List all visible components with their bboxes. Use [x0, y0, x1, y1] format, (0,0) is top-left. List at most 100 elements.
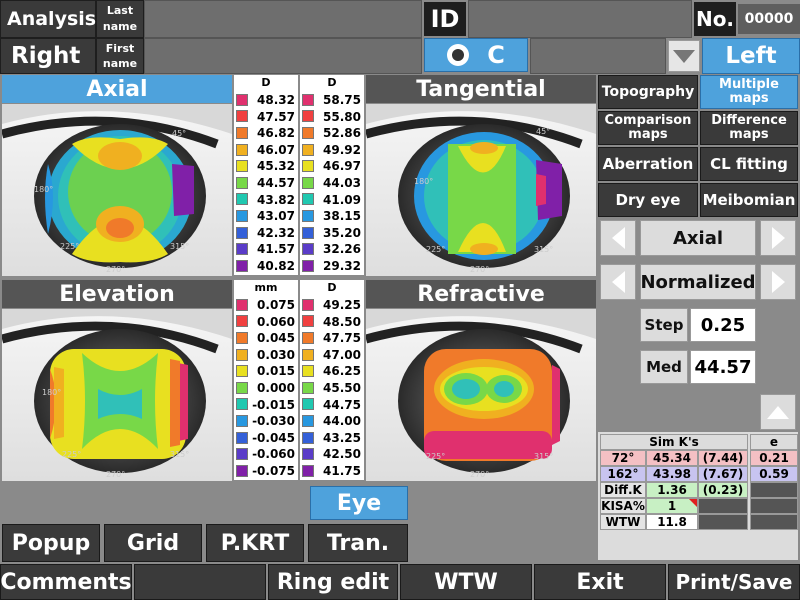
scale-swatch	[236, 259, 248, 272]
id-field[interactable]	[468, 0, 692, 38]
refractive-map[interactable]: 225° 270° 315°	[366, 309, 596, 481]
scale-swatch	[236, 332, 248, 345]
scale-swatch	[236, 415, 248, 428]
triangle-down-icon	[673, 49, 695, 63]
scale-row: 0.030	[234, 348, 298, 362]
scale-row: 38.15	[300, 209, 364, 223]
no-value: 00000	[738, 4, 800, 34]
scale-swatch	[236, 398, 248, 411]
eye-button[interactable]: Eye	[310, 486, 408, 520]
blank-button[interactable]	[134, 564, 266, 600]
kisa-value: 1	[646, 498, 698, 514]
meibomian-button[interactable]: Meibomian	[700, 183, 798, 217]
wtw-blank2	[750, 514, 798, 530]
axial-color-scale: D 48.32 47.57 46.82 46.07 45.32 44.57 43.82 43.0…	[234, 75, 298, 275]
popup-button[interactable]: Popup	[2, 524, 100, 562]
map-type-next-button[interactable]	[760, 220, 796, 256]
scale-swatch	[236, 381, 248, 394]
scale-swatch	[302, 415, 314, 428]
print-save-button[interactable]: Print/Save	[668, 564, 800, 600]
comments-button[interactable]: Comments	[0, 564, 132, 600]
tran-button[interactable]: Tran.	[308, 524, 408, 562]
elevation-map[interactable]: 180° 225° 270° 315°	[2, 309, 232, 481]
tangential-angle-180: 180°	[414, 177, 433, 186]
first-name-field[interactable]	[144, 38, 422, 74]
scale-swatch	[236, 448, 248, 461]
refractive-map-title[interactable]: Refractive	[366, 280, 596, 308]
scale-value: 42.50	[323, 447, 361, 462]
tangential-map[interactable]: 180° 45° 225° 270° 315°	[366, 104, 596, 276]
right-eye-label[interactable]: Right	[0, 38, 96, 74]
scale-swatch	[236, 431, 248, 444]
scale-value: 47.57	[257, 109, 295, 124]
scale-swatch	[302, 398, 314, 411]
exit-button[interactable]: Exit	[534, 564, 666, 600]
tangential-color-scale: D 58.75 55.80 52.86 49.92 46.97 44.03 41.09 38.1…	[300, 75, 364, 275]
med-value[interactable]: 44.57	[690, 350, 756, 384]
scale-row: 43.82	[234, 193, 298, 207]
scale-value: 42.32	[257, 225, 295, 240]
scale-row: 45.32	[234, 159, 298, 173]
eye-indicator-label: C	[487, 41, 505, 69]
map-type-value: Axial	[640, 220, 756, 256]
axial-map[interactable]: 225° 270° 315° 180° 45°	[2, 104, 232, 276]
grid-button[interactable]: Grid	[104, 524, 202, 562]
difference-maps-button[interactable]: Difference maps	[700, 111, 798, 145]
scale-type-prev-button[interactable]	[600, 264, 636, 300]
diffk-blank	[750, 482, 798, 498]
scale-row: 46.07	[234, 143, 298, 157]
tangential-angle-45: 45°	[536, 127, 550, 136]
scale-row: -0.060	[234, 447, 298, 461]
scale-row: 42.32	[234, 226, 298, 240]
cl-fitting-button[interactable]: CL fitting	[700, 147, 798, 181]
topography-button[interactable]: Topography	[598, 75, 698, 109]
scale-row: 32.26	[300, 242, 364, 256]
scale-row: 49.92	[300, 143, 364, 157]
eye-icon	[447, 44, 470, 66]
step-value[interactable]: 0.25	[690, 308, 756, 342]
wtw-button[interactable]: WTW	[400, 564, 532, 600]
elevation-angle-180: 180°	[42, 388, 61, 397]
scale-value: 49.92	[323, 142, 361, 157]
map-type-prev-button[interactable]	[600, 220, 636, 256]
simk-e-header: e	[750, 434, 798, 450]
scale-swatch	[236, 93, 248, 106]
eye-selector-button[interactable]: C	[424, 38, 528, 72]
simk-row1-k: 45.34	[646, 450, 698, 466]
scale-swatch	[236, 210, 248, 223]
comparison-maps-button[interactable]: Comparison maps	[598, 111, 698, 145]
scale-row: 29.32	[300, 259, 364, 273]
simk-row2-angle: 162°	[600, 466, 646, 482]
elevation-map-title[interactable]: Elevation	[2, 280, 232, 308]
multiple-maps-button[interactable]: Multiple maps	[700, 75, 798, 109]
wtw-label: WTW	[600, 514, 646, 530]
scale-row: 0.000	[234, 381, 298, 395]
scale-value: 49.25	[323, 297, 361, 312]
simk-row2-e: 0.59	[750, 466, 798, 482]
pkrt-button[interactable]: P.KRT	[206, 524, 304, 562]
scale-type-next-button[interactable]	[760, 264, 796, 300]
scale-row: 41.57	[234, 242, 298, 256]
scale-value: 41.57	[257, 242, 295, 257]
angle-270-label: 270°	[106, 265, 125, 274]
scale-value: -0.045	[252, 430, 295, 445]
dry-eye-button[interactable]: Dry eye	[598, 183, 698, 217]
scale-swatch	[302, 127, 314, 140]
scale-value: 40.82	[257, 258, 295, 273]
ring-edit-button[interactable]: Ring edit	[268, 564, 398, 600]
aberration-button[interactable]: Aberration	[598, 147, 698, 181]
scale-value: -0.030	[252, 414, 295, 429]
elevation-angle-225: 225°	[62, 450, 81, 459]
scale-value: 44.03	[323, 175, 361, 190]
scale-row: 0.075	[234, 298, 298, 312]
scale-row: -0.045	[234, 431, 298, 445]
tangential-map-title[interactable]: Tangential	[366, 75, 596, 103]
scroll-up-button[interactable]	[760, 394, 796, 430]
last-name-field[interactable]	[144, 0, 422, 38]
scale-row: 46.97	[300, 159, 364, 173]
axial-map-title[interactable]: Axial	[2, 75, 232, 103]
left-eye-button[interactable]: Left	[702, 38, 800, 74]
med-label: Med	[640, 350, 688, 384]
dropdown-arrow-button[interactable]	[668, 40, 700, 72]
refractive-angle-270: 270°	[470, 470, 489, 479]
